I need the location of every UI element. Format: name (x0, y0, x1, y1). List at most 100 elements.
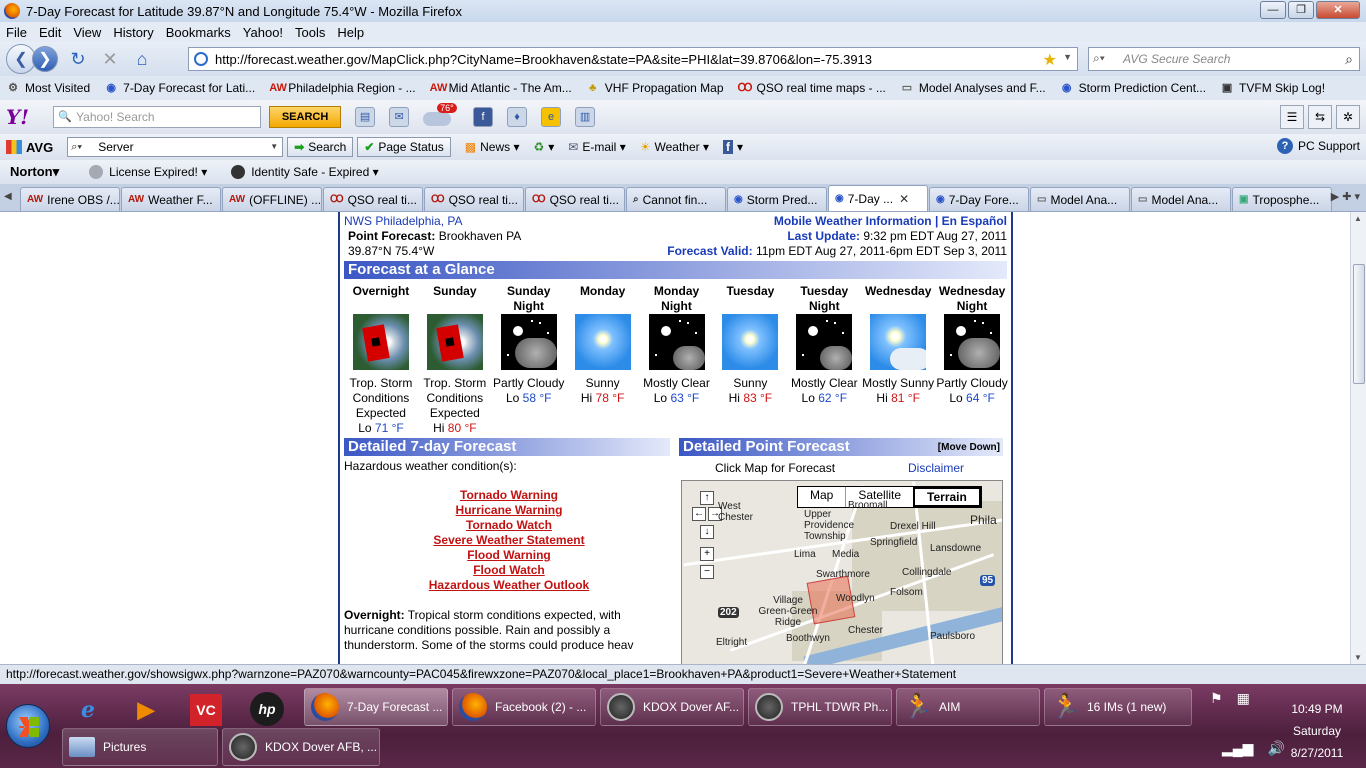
url-bar[interactable]: http://forecast.weather.gov/MapClick.php… (188, 47, 1078, 71)
toolbar-settings-icon[interactable]: ✲ (1336, 105, 1360, 129)
zoom-in-icon[interactable]: + (700, 547, 714, 561)
license-expired[interactable]: License Expired! ▾ (89, 165, 207, 179)
bookmark-spc[interactable]: ◉ Storm Prediction Cent... (1060, 81, 1206, 95)
internet-explorer-icon[interactable]: e (68, 690, 108, 730)
search-icon[interactable]: ⌕ (1345, 51, 1353, 68)
page-status-button[interactable]: ✔ Page Status (357, 137, 451, 157)
home-button[interactable]: ⌂ (130, 47, 154, 71)
tab-7day-fore[interactable]: ◉ 7-Day Fore... (929, 187, 1029, 211)
bookmark-philadelphia[interactable]: AW Philadelphia Region - ... (269, 81, 415, 95)
menu-file[interactable]: File (6, 25, 27, 40)
move-down-link[interactable]: [Move Down] (938, 439, 1000, 457)
menu-view[interactable]: View (73, 25, 101, 40)
tab-scroll-left-icon[interactable]: ◀ (4, 191, 12, 202)
notepad-icon[interactable]: ▥ (575, 107, 596, 127)
taskbar-tphl[interactable]: TPHL TDWR Ph... (748, 688, 892, 726)
ebay-icon[interactable]: e (541, 107, 562, 127)
vc-icon[interactable]: VC (190, 694, 222, 726)
taskbar-aim[interactable]: 🏃 AIM (896, 688, 1040, 726)
taskbar-facebook[interactable]: Facebook (2) - ... (452, 688, 596, 726)
norton-logo[interactable]: Norton▾ (10, 164, 59, 180)
toolbar-menu-icon[interactable]: ☰ (1280, 105, 1304, 129)
avg-search-input[interactable]: ⌕▾ Server ▼ (67, 137, 284, 157)
menu-yahoo[interactable]: Yahoo! (243, 25, 283, 40)
refresh-button[interactable]: ♻ ▾ (533, 140, 554, 154)
map-type-terrain[interactable]: Terrain (913, 487, 981, 507)
hazard-flood-warning[interactable]: Flood Warning (344, 548, 674, 563)
tab-storm-pred[interactable]: ◉ Storm Pred... (727, 187, 827, 211)
pan-left-icon[interactable]: ← (692, 507, 706, 521)
close-tab-icon[interactable]: ✕ (899, 192, 909, 206)
tab-troposphere[interactable]: ▣ Troposphe... (1232, 187, 1332, 211)
news-button[interactable]: ▩ News ▾ (465, 140, 520, 154)
email-button[interactable]: ✉ E-mail ▾ (568, 140, 625, 154)
yahoo-search-button[interactable]: SEARCH (269, 106, 342, 128)
media-player-icon[interactable]: ▶ (126, 690, 166, 730)
nws-office-link[interactable]: NWS Philadelphia, PA (344, 214, 463, 228)
action-center-flag-icon[interactable]: ⚑ (1210, 690, 1223, 707)
menu-help[interactable]: Help (337, 25, 364, 40)
start-button[interactable] (6, 704, 50, 748)
chevron-down-icon[interactable]: ▼ (270, 138, 278, 156)
bookmark-qso[interactable]: Ꝏ QSO real time maps - ... (738, 81, 886, 95)
menu-edit[interactable]: Edit (39, 25, 61, 40)
search-engine-icon[interactable]: ⌕▾ (1093, 51, 1105, 66)
tab-model-ana-1[interactable]: ▭ Model Ana... (1030, 187, 1130, 211)
tab-7day-active[interactable]: ◉ 7-Day ... ✕ (828, 185, 928, 211)
bookmark-7day[interactable]: ◉ 7-Day Forecast for Lati... (104, 81, 255, 95)
bookmark-mid-atlantic[interactable]: AW Mid Atlantic - The Am... (430, 81, 572, 95)
forecast-map[interactable]: Map Satellite Terrain ↑ ← → ↓ + − West C… (681, 480, 1003, 664)
bookmark-vhf[interactable]: ♣ VHF Propagation Map (586, 81, 723, 95)
weather-button[interactable]: ☀ Weather ▾ (640, 140, 709, 154)
taskbar-kdox-2[interactable]: KDOX Dover AFB, ... (222, 728, 380, 766)
hazard-flood-watch[interactable]: Flood Watch (344, 563, 674, 578)
scroll-down-icon[interactable]: ▼ (1354, 653, 1362, 662)
tab-qso-3[interactable]: Ꝏ QSO real ti... (525, 187, 625, 211)
search-input[interactable]: ⌕▾ AVG Secure Search ⌕ (1088, 47, 1360, 71)
pc-support-button[interactable]: ? PC Support (1276, 138, 1360, 154)
hp-icon[interactable]: hp (250, 692, 284, 726)
hazard-weather-outlook[interactable]: Hazardous Weather Outlook (344, 578, 674, 593)
mail-icon[interactable]: ✉ (389, 107, 410, 127)
bookmark-star-icon[interactable]: ★ (1043, 50, 1057, 70)
bookmark-most-visited[interactable]: ⚙ Most Visited (6, 81, 90, 95)
close-button[interactable]: ✕ (1316, 1, 1360, 19)
reload-button[interactable]: ↻ (66, 47, 90, 71)
menu-bookmarks[interactable]: Bookmarks (166, 25, 231, 40)
forward-button[interactable]: ❯ (32, 46, 58, 72)
tab-cannot-find[interactable]: ⌕ Cannot fin... (626, 187, 726, 211)
url-dropdown-icon[interactable]: ▼ (1063, 52, 1072, 62)
pan-down-icon[interactable]: ↓ (700, 525, 714, 539)
taskbar-pictures[interactable]: Pictures (62, 728, 218, 766)
network-signal-icon[interactable]: ▂▄▆ (1222, 740, 1253, 757)
bookmark-model-analyses[interactable]: ▭ Model Analyses and F... (900, 81, 1046, 95)
mobile-weather-link[interactable]: Mobile Weather Information | En Español (774, 214, 1007, 228)
taskbar-ims[interactable]: 🏃 16 IMs (1 new) (1044, 688, 1192, 726)
weather-badge[interactable]: 76° (423, 103, 459, 127)
stop-button[interactable]: ✕ (98, 47, 122, 71)
yahoo-logo[interactable]: Y! (6, 105, 29, 129)
tab-qso-2[interactable]: Ꝏ QSO real ti... (424, 187, 524, 211)
pan-up-icon[interactable]: ↑ (700, 491, 714, 505)
taskbar-7day-forecast[interactable]: 7-Day Forecast ... (304, 688, 448, 726)
hazard-hurricane-warning[interactable]: Hurricane Warning (344, 503, 674, 518)
taskbar-kdox-1[interactable]: KDOX Dover AF... (600, 688, 744, 726)
avg-search-button[interactable]: ➡ Search (287, 137, 354, 157)
maximize-button[interactable]: ❐ (1288, 1, 1314, 19)
menu-tools[interactable]: Tools (295, 25, 325, 40)
tab-offline[interactable]: AW (OFFLINE) ... (222, 187, 322, 211)
disclaimer-link[interactable]: Disclaimer (908, 461, 964, 475)
vertical-scrollbar[interactable]: ▲ ▼ (1350, 212, 1366, 664)
scroll-up-icon[interactable]: ▲ (1354, 214, 1362, 223)
system-clock[interactable]: 10:49 PM Saturday 8/27/2011 (1272, 698, 1362, 764)
bookmark-tvfm[interactable]: ▣ TVFM Skip Log! (1220, 81, 1325, 95)
bookmark-toolbar-icon[interactable]: ▤ (355, 107, 376, 127)
tab-controls[interactable]: ▶ ✚ ▾ (1331, 190, 1360, 203)
device-icon[interactable]: ▦ (1237, 690, 1250, 707)
tab-model-ana-2[interactable]: ▭ Model Ana... (1131, 187, 1231, 211)
games-icon[interactable]: ♦ (507, 107, 528, 127)
minimize-button[interactable]: — (1260, 1, 1286, 19)
facebook-icon[interactable]: f (473, 107, 494, 127)
menu-history[interactable]: History (113, 25, 153, 40)
identity-safe[interactable]: Identity Safe - Expired ▾ (231, 165, 379, 179)
